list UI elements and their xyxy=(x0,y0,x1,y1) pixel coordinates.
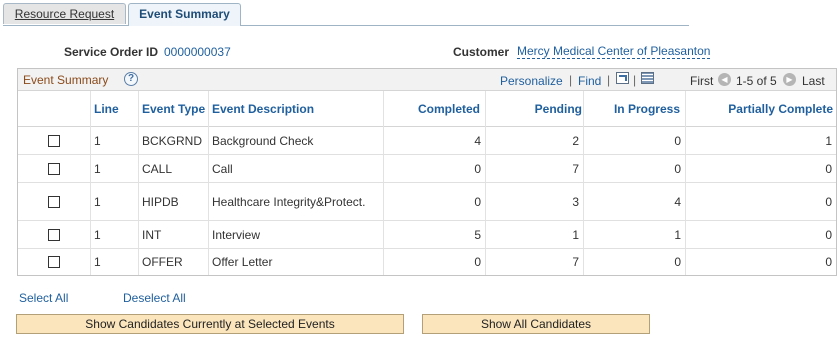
toolbar-divider-2: | xyxy=(607,73,611,87)
cell-line: 1 xyxy=(94,161,101,176)
col-event-description[interactable]: Event Description xyxy=(212,91,314,127)
cell-partially-complete: 0 xyxy=(825,227,832,242)
cell-pending: 2 xyxy=(572,133,579,148)
cell-partially-complete: 0 xyxy=(825,161,832,176)
cell-in-progress: 1 xyxy=(674,227,681,242)
tab-resource-request[interactable]: Resource Request xyxy=(3,3,126,24)
cell-pending: 3 xyxy=(572,194,579,209)
row-select-cell xyxy=(18,249,90,275)
cell-completed: 0 xyxy=(474,194,481,209)
toolbar-divider-3: | xyxy=(633,73,637,87)
table-row: 1 BCKGRND Background Check 4 2 0 1 xyxy=(18,127,836,155)
download-spreadsheet-icon[interactable] xyxy=(641,72,654,84)
cell-completed: 5 xyxy=(474,227,481,242)
cell-event-description: Background Check xyxy=(212,133,314,148)
service-order-value: 0000000037 xyxy=(164,45,231,59)
cell-completed: 4 xyxy=(474,133,481,148)
cell-pending: 7 xyxy=(572,161,579,176)
row-checkbox[interactable] xyxy=(48,228,60,241)
find-link[interactable]: Find xyxy=(578,74,601,88)
cell-event-description: Interview xyxy=(212,227,261,242)
cell-in-progress: 0 xyxy=(674,161,681,176)
toolbar-divider: | xyxy=(569,73,573,87)
select-all-link[interactable]: Select All xyxy=(19,291,68,305)
row-checkbox[interactable] xyxy=(48,256,60,268)
table-row: 1 INT Interview 5 1 1 0 xyxy=(18,221,836,249)
col-partially-complete[interactable]: Partially Complete xyxy=(728,91,833,127)
cell-line: 1 xyxy=(94,227,101,242)
cell-partially-complete: 0 xyxy=(825,194,832,209)
cell-event-type: CALL xyxy=(142,161,173,176)
cell-in-progress: 0 xyxy=(674,133,681,148)
deselect-all-link[interactable]: Deselect All xyxy=(123,291,186,305)
help-icon[interactable]: ? xyxy=(124,72,138,86)
cell-event-type: HIPDB xyxy=(142,194,179,209)
row-checkbox[interactable] xyxy=(48,134,60,147)
table-row: 1 OFFER Offer Letter 0 7 0 0 xyxy=(18,249,836,275)
cell-event-type: BCKGRND xyxy=(142,133,203,148)
grid-toolbar: Event Summary ? Personalize | Find | | F… xyxy=(18,69,836,91)
event-summary-grid: Event Summary ? Personalize | Find | | F… xyxy=(17,68,837,276)
row-checkbox[interactable] xyxy=(48,162,60,175)
cell-completed: 0 xyxy=(474,255,481,269)
row-select-cell xyxy=(18,127,90,154)
previous-arrow-icon: ◀ xyxy=(718,73,731,86)
zoom-grid-icon[interactable] xyxy=(616,72,629,84)
grid-title: Event Summary xyxy=(23,73,109,87)
column-header-row: Line Event Type Event Description Comple… xyxy=(18,91,836,127)
cell-line: 1 xyxy=(94,133,101,148)
service-order-label: Service Order ID xyxy=(64,45,159,59)
row-range: 1-5 of 5 xyxy=(736,74,777,88)
col-event-type[interactable]: Event Type xyxy=(142,91,205,127)
cell-event-description: Healthcare Integrity&Protect. xyxy=(212,194,366,209)
tab-event-summary[interactable]: Event Summary xyxy=(128,3,241,26)
tab-event-summary-label: Event Summary xyxy=(139,7,230,21)
cell-line: 1 xyxy=(94,255,101,269)
col-pending[interactable]: Pending xyxy=(535,91,582,127)
cell-event-description: Call xyxy=(212,161,233,176)
show-candidates-selected-button[interactable]: Show Candidates Currently at Selected Ev… xyxy=(16,314,404,334)
cell-line: 1 xyxy=(94,194,101,209)
last-label: Last xyxy=(802,74,825,88)
row-select-cell xyxy=(18,155,90,182)
tab-bar: Resource Request Event Summary xyxy=(3,3,689,26)
tab-resource-request-label: Resource Request xyxy=(14,7,115,21)
row-select-cell xyxy=(18,221,90,248)
row-checkbox[interactable] xyxy=(48,195,60,208)
cell-in-progress: 0 xyxy=(674,255,681,269)
next-arrow-icon: ▶ xyxy=(783,73,796,86)
cell-pending: 7 xyxy=(572,255,579,269)
first-label: First xyxy=(690,74,714,88)
customer-label: Customer xyxy=(453,45,510,59)
table-row: 1 HIPDB Healthcare Integrity&Protect. 0 … xyxy=(18,183,836,221)
personalize-link[interactable]: Personalize xyxy=(500,74,563,88)
cell-event-type: INT xyxy=(142,227,162,242)
customer-value: Mercy Medical Center of Pleasanton xyxy=(517,44,711,59)
cell-in-progress: 4 xyxy=(674,194,681,209)
cell-completed: 0 xyxy=(474,161,481,176)
cell-partially-complete: 0 xyxy=(825,255,832,269)
show-all-candidates-button[interactable]: Show All Candidates xyxy=(422,314,650,334)
table-row: 1 CALL Call 0 7 0 0 xyxy=(18,155,836,183)
cell-pending: 1 xyxy=(572,227,579,242)
cell-partially-complete: 1 xyxy=(825,133,832,148)
col-in-progress[interactable]: In Progress xyxy=(614,91,680,127)
row-select-cell xyxy=(18,183,90,220)
cell-event-type: OFFER xyxy=(142,255,183,269)
col-completed[interactable]: Completed xyxy=(418,91,480,127)
col-line[interactable]: Line xyxy=(94,91,119,127)
cell-event-description: Offer Letter xyxy=(212,255,273,269)
